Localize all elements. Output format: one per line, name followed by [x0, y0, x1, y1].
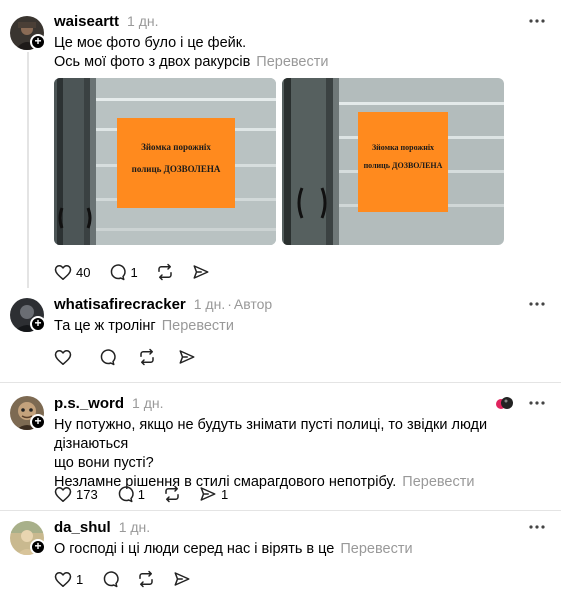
post-text: О господі і ці люди серед нас і вірять в… [54, 540, 544, 559]
post-header: waiseartt 1 дн. [54, 11, 159, 31]
like-button[interactable]: 1 [54, 571, 83, 588]
plus-icon[interactable]: + [30, 316, 46, 332]
share-button[interactable]: 1 [199, 485, 228, 503]
like-count: 40 [76, 264, 91, 280]
share-button[interactable] [173, 570, 191, 588]
like-button[interactable]: 40 [54, 264, 90, 281]
thread-line [27, 52, 29, 288]
repost-button[interactable] [138, 348, 156, 366]
share-count: 1 [220, 486, 229, 502]
repost-icon [140, 348, 154, 366]
comment-icon [103, 571, 119, 588]
like-count: 1 [76, 571, 84, 587]
text-line-content: Та це ж тролінг [54, 318, 156, 334]
photo[interactable]: Зйомка порожніх полиць ДОЗВОЛЕНА [282, 78, 504, 245]
reply-button[interactable] [98, 348, 116, 366]
plus-icon[interactable]: + [30, 414, 46, 430]
translate-link[interactable]: Перевести [162, 318, 234, 334]
plus-icon[interactable]: + [30, 539, 46, 555]
more-icon[interactable] [527, 393, 547, 413]
divider [0, 510, 561, 511]
post-actions: 173 1 1 [54, 484, 246, 504]
post-text: Це моє фото було і це фейк. Ось мої фото… [54, 34, 544, 72]
comment-icon [111, 264, 127, 281]
text-line: Та це ж тролінг Перевести [54, 317, 544, 336]
post-actions: 1 [54, 569, 209, 589]
username[interactable]: da_shul [54, 519, 111, 536]
post-header: da_shul 1 дн. [54, 517, 150, 537]
sign-text-2: полиць ДОЗВОЛЕНА [364, 161, 443, 170]
heart-icon [54, 264, 72, 280]
timestamp[interactable]: 1 дн. [132, 395, 163, 411]
text-line-content: Ось мої фото з двох ракурсів [54, 54, 251, 70]
text-line-content: О господі і ці люди серед нас і вірять в… [54, 541, 335, 557]
sign [117, 118, 235, 208]
post-text: Та це ж тролінг Перевести [54, 317, 544, 336]
comment-icon [100, 349, 116, 366]
like-button[interactable] [54, 349, 76, 366]
sign-text-1: Зйомка порожніх [141, 142, 211, 152]
reply-button[interactable]: 1 [108, 263, 138, 281]
like-button[interactable]: 173 [54, 486, 98, 503]
author-badge: Автор [233, 296, 273, 312]
heart-icon [54, 571, 72, 587]
text-line: Ось мої фото з двох ракурсів Перевести [54, 53, 544, 72]
username[interactable]: p.s._word [54, 395, 124, 412]
reply-count: 1 [130, 264, 138, 280]
text-line: О господі і ці люди серед нас і вірять в… [54, 540, 544, 559]
sign-text-2: полиць ДОЗВОЛЕНА [132, 164, 221, 174]
reply-button[interactable] [101, 570, 119, 588]
repost-button[interactable] [156, 263, 174, 281]
repost-icon [139, 570, 153, 588]
share-button[interactable] [192, 263, 210, 281]
repost-button[interactable] [137, 570, 155, 588]
more-icon[interactable] [527, 11, 547, 31]
text-line: Це моє фото було і це фейк. [54, 35, 247, 51]
repost-icon [165, 485, 179, 503]
username[interactable]: waiseartt [54, 13, 119, 30]
sign-text-1: Зйомка порожніх [372, 143, 434, 152]
author-sep: · [227, 296, 232, 312]
photo-gallery: Зйомка порожніх полиць ДОЗВОЛЕНА Зйомка … [54, 78, 504, 245]
heart-icon [54, 349, 72, 365]
reaction-icon [494, 395, 514, 411]
text-line: Ну потужно, якщо не будуть знімати пусті… [54, 417, 488, 452]
more-icon[interactable] [527, 517, 547, 537]
timestamp[interactable]: 1 дн. [119, 519, 150, 535]
translate-link[interactable]: Перевести [402, 474, 474, 490]
text-line: що вони пусті? [54, 455, 154, 471]
repost-icon [157, 263, 172, 281]
username[interactable]: whatisafirecracker [54, 296, 186, 313]
share-icon [193, 265, 209, 279]
plus-icon[interactable]: + [30, 34, 46, 50]
divider [0, 382, 561, 383]
reply-count: 1 [137, 486, 145, 502]
more-icon[interactable] [527, 294, 547, 314]
timestamp[interactable]: 1 дн. [127, 13, 158, 29]
timestamp[interactable]: 1 дн. [194, 296, 225, 312]
like-count: 173 [76, 486, 98, 502]
share-icon [200, 487, 216, 501]
repost-button[interactable] [163, 485, 181, 503]
photo[interactable]: Зйомка порожніх полиць ДОЗВОЛЕНА [54, 78, 276, 245]
post-actions: 40 1 [54, 262, 228, 282]
post-actions [54, 347, 214, 367]
translate-link[interactable]: Перевести [256, 54, 328, 70]
share-icon [174, 572, 190, 586]
comment-icon [118, 486, 134, 503]
translate-link[interactable]: Перевести [340, 541, 412, 557]
share-icon [179, 350, 195, 364]
post-text: Ну потужно, якщо не будуть знімати пусті… [54, 416, 544, 492]
post-header: p.s._word 1 дн. [54, 393, 163, 413]
reply-button[interactable]: 1 [116, 485, 145, 503]
heart-icon [54, 486, 72, 502]
post-header: whatisafirecracker 1 дн. · Автор [54, 294, 272, 314]
share-button[interactable] [178, 348, 196, 366]
